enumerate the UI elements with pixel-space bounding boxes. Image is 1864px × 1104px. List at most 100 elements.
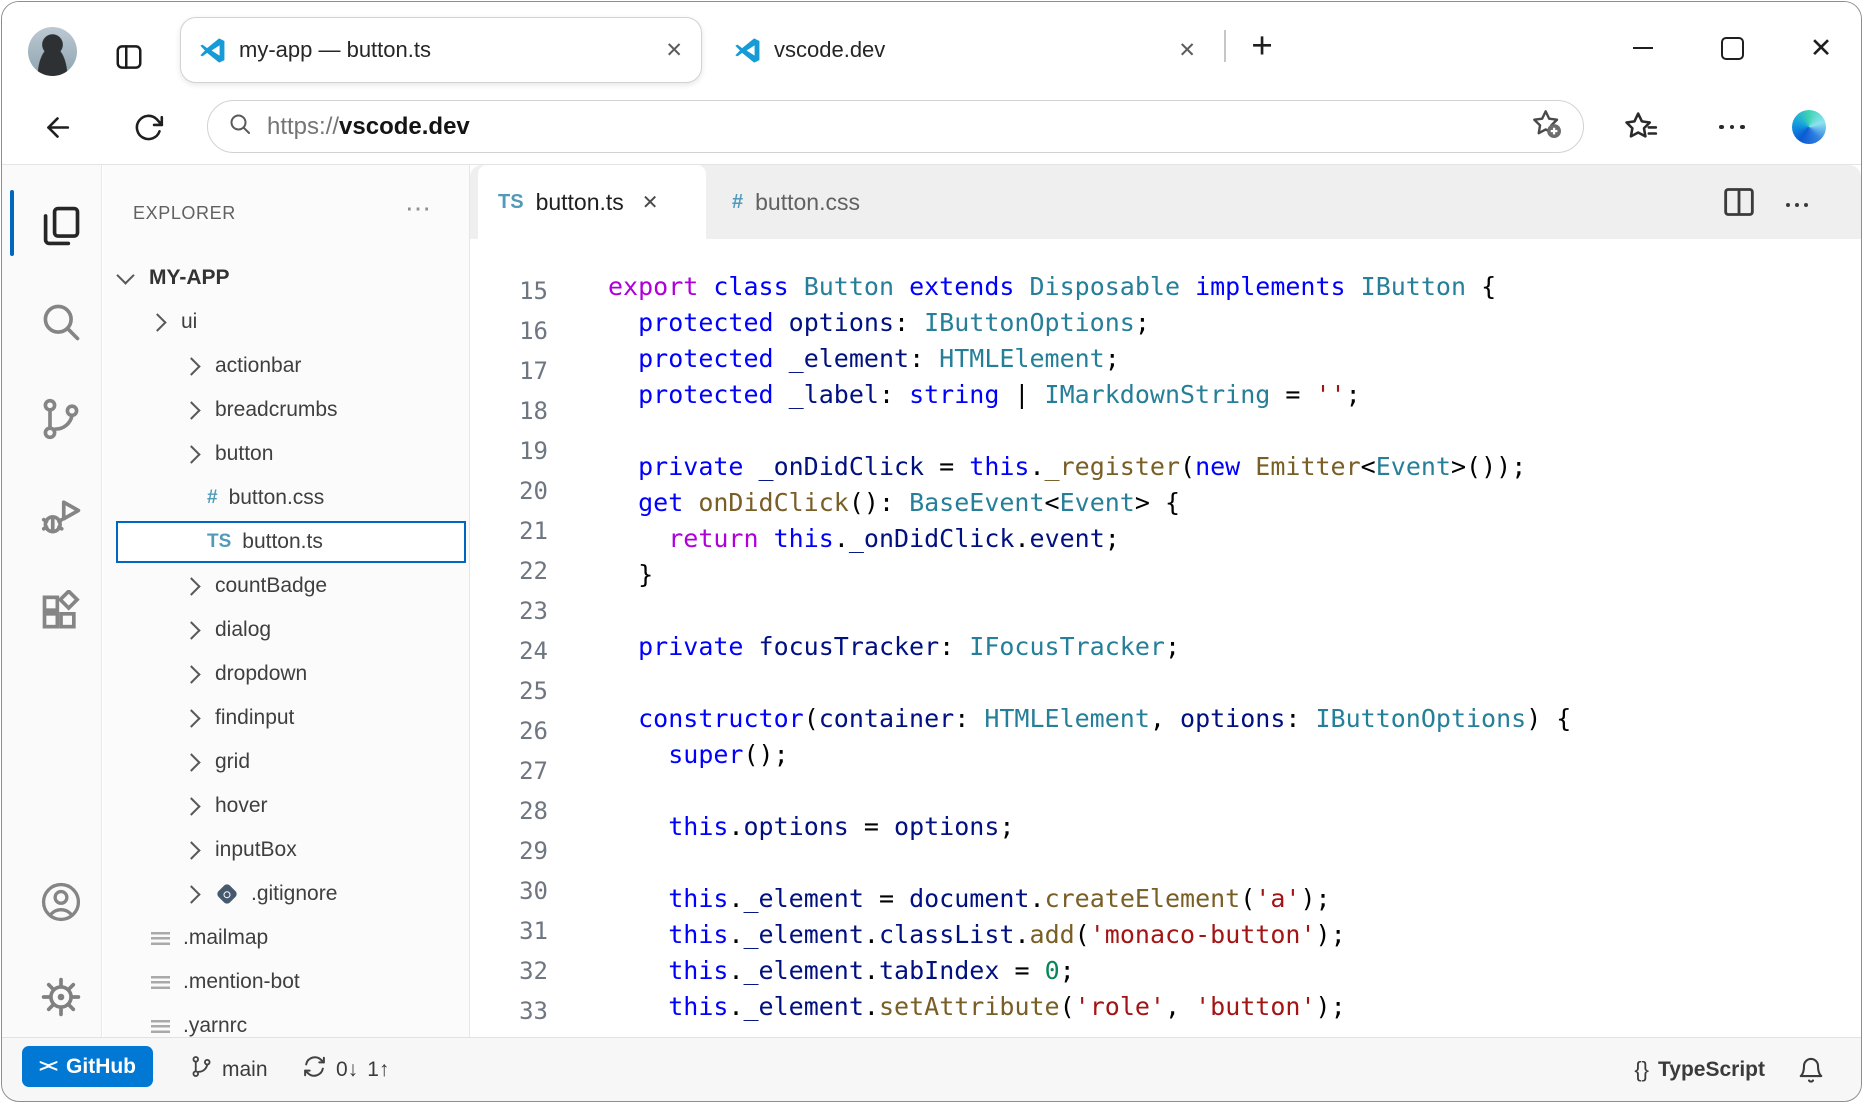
search-icon xyxy=(228,112,252,141)
editor-tab-close-icon[interactable]: ✕ xyxy=(642,190,659,215)
sync-incoming-count: 0↓ xyxy=(336,1058,358,1082)
tree-item-inputbox[interactable]: inputBox xyxy=(103,828,469,872)
code-line: super(); xyxy=(608,737,1861,773)
remote-indicator[interactable]: >< GitHub xyxy=(22,1046,153,1087)
code-line xyxy=(608,665,1861,701)
tab-close-icon[interactable]: ✕ xyxy=(1178,38,1196,63)
explorer-icon[interactable] xyxy=(39,204,83,248)
language-indicator[interactable]: {} TypeScript xyxy=(1634,1038,1765,1101)
line-number: 33 xyxy=(470,991,548,1031)
maximize-icon xyxy=(1721,37,1744,60)
tree-item-grid[interactable]: grid xyxy=(103,740,469,784)
url-scheme: https:// xyxy=(267,113,339,140)
notifications-bell-icon[interactable] xyxy=(1797,1056,1825,1084)
line-number: 27 xyxy=(470,751,548,791)
tab-close-icon[interactable]: ✕ xyxy=(665,38,683,63)
run-debug-icon[interactable] xyxy=(39,494,83,538)
remote-icon: >< xyxy=(39,1056,56,1077)
vscode-logo-icon xyxy=(734,37,761,64)
braces-icon: {} xyxy=(1634,1057,1649,1083)
vscode-logo-icon xyxy=(199,37,226,64)
tree-item-dot-gitignore[interactable]: .gitignore xyxy=(103,872,469,916)
extensions-icon[interactable] xyxy=(39,590,83,634)
tree-item-my-app[interactable]: MY-APP xyxy=(103,256,469,300)
address-bar[interactable]: https://vscode.dev xyxy=(207,100,1584,153)
ts-file-icon: TS xyxy=(498,191,524,214)
tree-item-ui[interactable]: ui xyxy=(103,300,469,344)
browser-tab-my-app[interactable]: my-app — button.ts ✕ xyxy=(180,17,702,83)
tree-item-label: ui xyxy=(181,310,197,334)
tree-item-countbadge[interactable]: countBadge xyxy=(103,564,469,608)
line-number: 21 xyxy=(470,511,548,551)
code-line: this.options = options; xyxy=(608,809,1861,845)
tree-item-dialog[interactable]: dialog xyxy=(103,608,469,652)
tree-item-actionbar[interactable]: actionbar xyxy=(103,344,469,388)
browser-window: my-app — button.ts ✕ vscode.dev ✕ + ✕ xyxy=(1,1,1862,1102)
chevron-right-icon xyxy=(182,445,200,463)
tree-item-dot-mention-bot[interactable]: .mention-bot xyxy=(103,960,469,1004)
add-favorite-icon[interactable] xyxy=(1531,108,1563,145)
editor-tab-label: button.ts xyxy=(536,189,624,216)
copilot-icon[interactable] xyxy=(1792,110,1826,144)
tree-item-label: button.css xyxy=(229,486,325,510)
chevron-right-icon xyxy=(182,665,200,683)
tree-item-label: .gitignore xyxy=(251,882,337,906)
maximize-button[interactable] xyxy=(1710,26,1754,70)
tree-item-button-ts[interactable]: TSbutton.ts xyxy=(103,520,469,564)
refresh-button[interactable] xyxy=(133,112,164,143)
close-button[interactable]: ✕ xyxy=(1799,26,1843,70)
code-line: } xyxy=(608,557,1861,593)
branch-icon xyxy=(190,1055,213,1084)
tree-item-dropdown[interactable]: dropdown xyxy=(103,652,469,696)
browser-tab-title: vscode.dev xyxy=(774,37,885,63)
editor-tab-button-ts[interactable]: TS button.ts ✕ xyxy=(478,165,706,239)
tree-item-button[interactable]: button xyxy=(103,432,469,476)
editor-tab-label: button.css xyxy=(755,189,860,216)
source-control-icon[interactable] xyxy=(39,397,83,441)
tree-item-findinput[interactable]: findinput xyxy=(103,696,469,740)
url-text[interactable]: https://vscode.dev xyxy=(267,113,470,141)
profile-avatar[interactable] xyxy=(28,27,77,76)
split-editor-icon[interactable] xyxy=(1719,182,1759,222)
code-line: return this._onDidClick.event; xyxy=(608,521,1861,557)
css-file-icon: # xyxy=(207,487,218,509)
tree-item-label: breadcrumbs xyxy=(215,398,338,422)
chevron-right-icon xyxy=(182,577,200,595)
code-line: private focusTracker: IFocusTracker; xyxy=(608,629,1861,665)
editor-group: TS button.ts ✕ # button.css 151617181920… xyxy=(470,165,1861,1042)
browser-tab-vscode-dev[interactable]: vscode.dev ✕ xyxy=(716,17,1214,83)
sync-indicator[interactable]: 0↓ 1↑ xyxy=(302,1038,389,1101)
code-editor[interactable]: 1516171819202122232425262728293031323334… xyxy=(470,239,1861,1042)
sync-icon xyxy=(302,1054,327,1085)
tree-item-label: countBadge xyxy=(215,574,327,598)
back-button[interactable] xyxy=(42,112,73,143)
sync-outgoing-count: 1↑ xyxy=(367,1058,389,1082)
tree-item-label: findinput xyxy=(215,706,294,730)
branch-indicator[interactable]: main xyxy=(190,1038,268,1101)
explorer-more-actions-icon[interactable]: ⋯ xyxy=(405,193,431,224)
ts-file-icon: TS xyxy=(207,531,231,553)
tree-item-hover[interactable]: hover xyxy=(103,784,469,828)
tree-item-label: dropdown xyxy=(215,662,307,686)
minimize-button[interactable] xyxy=(1621,26,1665,70)
code-line: protected _element: HTMLElement; xyxy=(608,341,1861,377)
line-number: 19 xyxy=(470,431,548,471)
language-label: TypeScript xyxy=(1658,1058,1765,1082)
new-tab-button[interactable]: + xyxy=(1240,24,1284,68)
chevron-right-icon xyxy=(182,797,200,815)
tab-actions-icon[interactable] xyxy=(114,42,144,72)
tree-item-dot-mailmap[interactable]: .mailmap xyxy=(103,916,469,960)
search-side-icon[interactable] xyxy=(39,300,83,344)
settings-gear-icon[interactable] xyxy=(39,975,83,1019)
editor-more-actions-icon[interactable] xyxy=(1777,185,1817,225)
line-number: 25 xyxy=(470,671,548,711)
tree-item-button-css[interactable]: # button.css xyxy=(103,476,469,520)
editor-tab-button-css[interactable]: # button.css xyxy=(706,165,946,239)
line-number: 20 xyxy=(470,471,548,511)
tree-item-breadcrumbs[interactable]: breadcrumbs xyxy=(103,388,469,432)
account-icon[interactable] xyxy=(39,880,83,924)
status-bar: >< GitHub main 0↓ 1↑ {} Ty xyxy=(2,1037,1861,1101)
more-options-icon[interactable] xyxy=(1715,110,1749,144)
favorites-icon[interactable] xyxy=(1624,110,1658,144)
line-number: 22 xyxy=(470,551,548,591)
